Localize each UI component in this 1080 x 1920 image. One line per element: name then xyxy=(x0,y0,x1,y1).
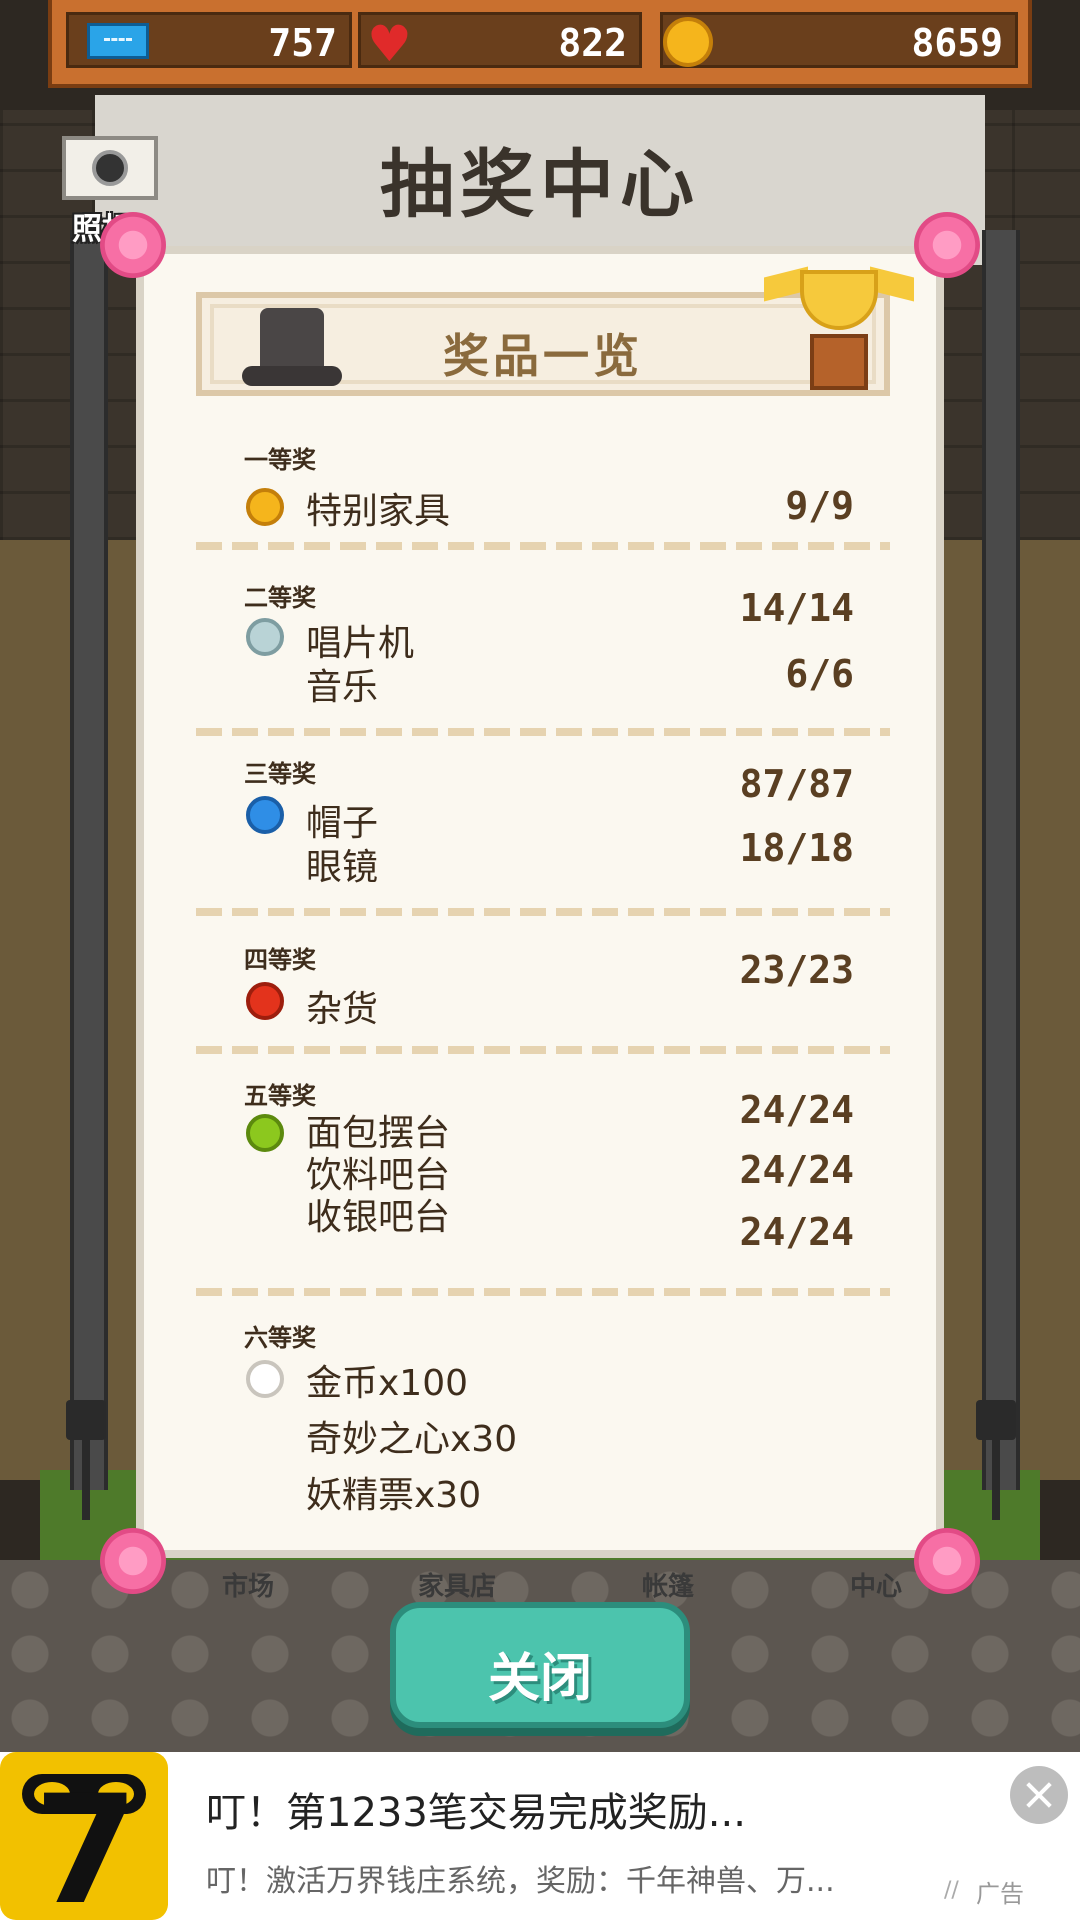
tier-label: 三等奖 xyxy=(244,760,316,788)
divider xyxy=(196,1288,890,1296)
gold-gem-icon xyxy=(246,488,284,526)
divider xyxy=(196,542,890,550)
ad-description[interactable]: 叮！激活万界钱庄系统，奖励：千年神兽、万... xyxy=(206,1856,835,1900)
prize-count: 87/87 xyxy=(739,762,854,806)
prize-count: 18/18 xyxy=(739,826,854,870)
close-button[interactable]: 关闭 xyxy=(390,1602,690,1728)
tier-label: 六等奖 xyxy=(244,1324,316,1352)
building-title: 抽奖中心 xyxy=(380,142,700,228)
prize-count: 14/14 xyxy=(739,586,854,630)
rose-decoration xyxy=(100,1528,166,1594)
divider xyxy=(196,1046,890,1054)
prize-count: 9/9 xyxy=(785,484,854,528)
prize-item: 眼镜 xyxy=(306,847,379,888)
tier-6: 六等奖 金币x100 奇妙之心x30 妖精票x30 xyxy=(228,1318,868,1518)
prize-count: 24/24 xyxy=(739,1210,854,1254)
coin-icon xyxy=(663,17,713,67)
ad-tag: 广告 xyxy=(976,1880,1024,1908)
nav-furniture-shop[interactable]: 家具店 xyxy=(418,1566,496,1603)
divider xyxy=(196,728,890,736)
rose-decoration xyxy=(914,1528,980,1594)
white-gem-icon xyxy=(246,1360,284,1398)
nav-center[interactable]: 中心 xyxy=(850,1566,902,1603)
blue-gem-icon xyxy=(246,796,284,834)
divider xyxy=(196,908,890,916)
prize-item: 妖精票x30 xyxy=(306,1475,482,1516)
ad-banner[interactable]: 7 叮！第1233笔交易完成奖励... 叮！激活万界钱庄系统，奖励：千年神兽、万… xyxy=(0,1752,1080,1920)
seven-logo-icon: 7 xyxy=(34,1764,139,1920)
prize-item: 收银吧台 xyxy=(306,1197,451,1238)
tier-2: 二等奖 唱片机 音乐 14/14 6/6 xyxy=(228,578,868,718)
nav-tent[interactable]: 帐篷 xyxy=(642,1566,694,1603)
left-pole xyxy=(70,230,108,1490)
prize-item: 特别家具 xyxy=(306,491,451,532)
red-gem-icon xyxy=(246,982,284,1020)
coins-counter[interactable]: 8659 xyxy=(660,12,1018,68)
ad-app-icon[interactable]: 7 xyxy=(0,1752,168,1920)
ticket-icon xyxy=(87,23,149,59)
prize-list-panel: 奖品一览 一等奖 特别家具 9/9 二等奖 唱片机 音乐 14/14 6/6 三… xyxy=(136,246,944,1558)
camera-icon[interactable] xyxy=(62,136,158,200)
tier-label: 四等奖 xyxy=(244,946,316,974)
panel-header: 奖品一览 xyxy=(196,266,914,396)
tier-4: 四等奖 杂货 23/23 xyxy=(228,940,868,1040)
tier-1: 一等奖 特别家具 9/9 xyxy=(228,440,868,540)
right-pole xyxy=(982,230,1020,1490)
tier-5: 五等奖 面包摆台 饮料吧台 收银吧台 24/24 24/24 24/24 xyxy=(228,1076,868,1256)
prize-count: 24/24 xyxy=(739,1088,854,1132)
hearts-counter[interactable]: ♥ 822 xyxy=(358,12,642,73)
close-button-label: 关闭 xyxy=(487,1649,592,1709)
trophy-icon xyxy=(764,264,914,398)
prize-count: 6/6 xyxy=(785,652,854,696)
rose-decoration xyxy=(100,212,166,278)
nav-market[interactable]: 市场 xyxy=(222,1566,274,1603)
prize-item: 奇妙之心x30 xyxy=(306,1419,518,1460)
prize-item: 音乐 xyxy=(306,667,379,708)
camera-lens xyxy=(92,150,128,186)
lottery-building: 抽奖中心 xyxy=(95,95,985,265)
silver-gem-icon xyxy=(246,618,284,656)
tier-label: 二等奖 xyxy=(244,584,316,612)
street-lamp-left xyxy=(66,1400,106,1520)
resource-bar: 757 ♥ 822 8659 xyxy=(48,0,1032,88)
hearts-value: 822 xyxy=(558,21,627,65)
ad-title[interactable]: 叮！第1233笔交易完成奖励... xyxy=(206,1780,746,1838)
coins-value: 8659 xyxy=(911,21,1003,65)
tier-label: 一等奖 xyxy=(244,446,316,474)
rose-decoration xyxy=(914,212,980,278)
tier-3: 三等奖 帽子 眼镜 87/87 18/18 xyxy=(228,754,868,904)
prize-item: 杂货 xyxy=(306,989,379,1030)
close-icon[interactable] xyxy=(1010,1766,1068,1824)
heart-icon: ♥ xyxy=(367,15,412,73)
tickets-value: 757 xyxy=(268,21,337,65)
prize-count: 24/24 xyxy=(739,1148,854,1192)
tickets-counter[interactable]: 757 xyxy=(66,12,352,68)
street-lamp-right xyxy=(976,1400,1016,1520)
prize-count: 23/23 xyxy=(739,948,854,992)
prize-item: 金币x100 xyxy=(306,1363,469,1404)
ad-mark-icon: // xyxy=(944,1878,959,1903)
green-gem-icon xyxy=(246,1114,284,1152)
